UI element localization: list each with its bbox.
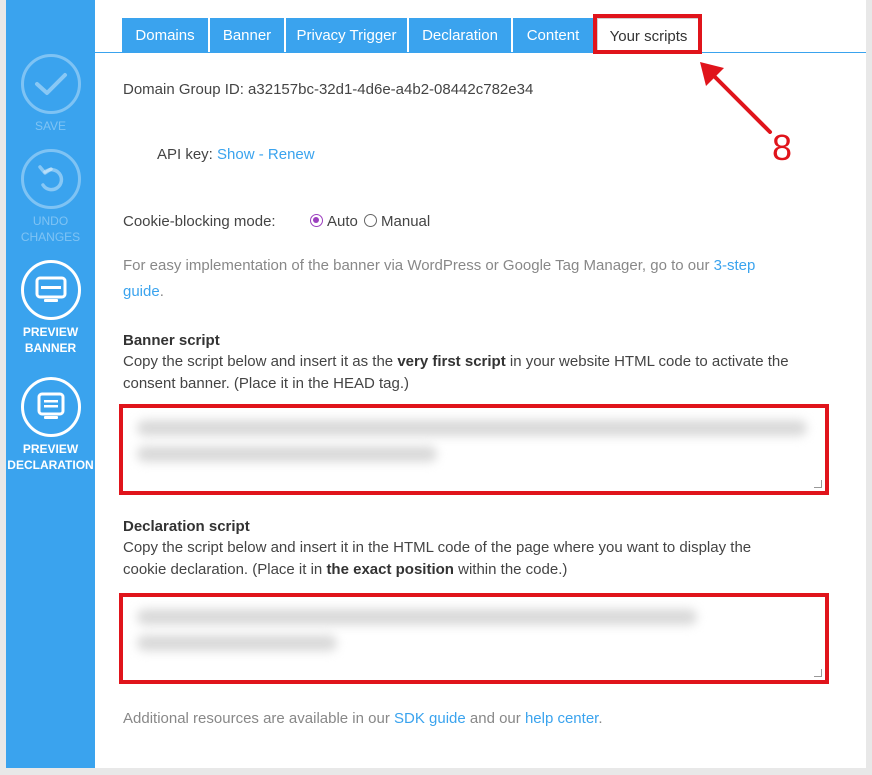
tab-declaration[interactable]: Declaration <box>409 18 511 53</box>
guide-link[interactable]: guide <box>123 283 160 300</box>
blurred-script-line <box>137 609 697 625</box>
blurred-script-line <box>137 420 807 436</box>
resources-text-2: and our <box>465 710 525 727</box>
banner-script-title: Banner script <box>123 332 220 349</box>
renew-api-key-link[interactable]: Renew <box>268 146 315 163</box>
implementation-period: . <box>159 283 164 300</box>
auto-radio[interactable] <box>310 214 323 227</box>
declaration-desc-bold: the exact position <box>326 561 454 578</box>
preview-declaration-line1: PREVIEW <box>22 442 79 456</box>
preview-declaration-line2: DECLARATION <box>7 458 94 472</box>
resize-handle-icon[interactable] <box>814 480 822 488</box>
banner-script-description: Copy the script below and insert it as t… <box>123 351 843 395</box>
preview-banner-line2: BANNER <box>24 341 77 355</box>
banner-script-textarea[interactable] <box>119 404 829 495</box>
implementation-text: For easy implementation of the banner vi… <box>123 257 714 274</box>
blurred-script-line <box>137 635 337 651</box>
save-button[interactable]: SAVE <box>6 54 95 134</box>
help-center-link[interactable]: help center <box>525 710 598 727</box>
declaration-desc-line1: Copy the script below and insert it in t… <box>123 539 752 556</box>
tab-content[interactable]: Content <box>513 18 593 53</box>
cookie-blocking-options: Auto Manual <box>310 211 430 233</box>
declaration-desc-part1: cookie declaration. (Place it in <box>123 561 327 578</box>
additional-resources: Additional resources are available in ou… <box>123 708 603 730</box>
preview-banner-button[interactable]: PREVIEW BANNER <box>6 260 95 356</box>
checkmark-icon <box>20 54 81 114</box>
declaration-script-title: Declaration script <box>123 518 250 535</box>
annotation-number: 8 <box>772 127 793 168</box>
resources-text-1: Additional resources are available in ou… <box>123 710 394 727</box>
monitor-icon <box>20 260 81 320</box>
banner-desc-part2: in your website HTML code to activate th… <box>505 353 789 370</box>
auto-label: Auto <box>327 213 358 230</box>
manual-radio[interactable] <box>364 214 378 227</box>
implementation-note: For easy implementation of the banner vi… <box>123 253 823 305</box>
domain-group-id: Domain Group ID: a32157bc-32d1-4d6e-a4b2… <box>123 81 534 98</box>
sidebar: SAVE UNDO CHANGES PREVIEW BANNER PREVIEW… <box>6 0 95 768</box>
api-key-row: API key: Show - Renew <box>157 144 315 166</box>
resize-handle-icon[interactable] <box>814 669 822 677</box>
declaration-desc-part2: within the code.) <box>453 561 568 578</box>
show-api-key-link[interactable]: Show <box>217 146 255 163</box>
api-key-separator: - <box>258 146 264 163</box>
window-border-bottom <box>0 768 872 775</box>
preview-declaration-button[interactable]: PREVIEW DECLARATION <box>6 377 95 473</box>
manual-label: Manual <box>381 213 431 230</box>
sdk-guide-link[interactable]: SDK guide <box>394 710 466 727</box>
undo-label-line2: CHANGES <box>20 230 81 244</box>
annotation-arrow-icon <box>700 62 772 134</box>
tab-banner[interactable]: Banner <box>210 18 284 53</box>
banner-desc-line2: consent banner. (Place it in the HEAD ta… <box>123 375 409 392</box>
undo-icon <box>20 149 81 209</box>
tab-privacy-trigger[interactable]: Privacy Trigger <box>286 18 407 53</box>
cookie-blocking-label: Cookie-blocking mode: <box>123 213 276 230</box>
banner-desc-bold: very first script <box>397 353 506 370</box>
api-key-label: API key: <box>157 146 213 163</box>
preview-banner-line1: PREVIEW <box>22 325 79 339</box>
resources-text-3: . <box>598 710 603 727</box>
tab-underline <box>95 52 866 53</box>
tab-domains[interactable]: Domains <box>122 18 208 53</box>
declaration-script-description: Copy the script below and insert it in t… <box>123 537 843 581</box>
save-label: SAVE <box>34 119 67 133</box>
undo-label-line1: UNDO <box>32 214 69 228</box>
banner-desc-part1: Copy the script below and insert it as t… <box>123 353 398 370</box>
three-step-link[interactable]: 3-step <box>714 257 756 274</box>
blurred-script-line <box>137 446 437 462</box>
undo-changes-button[interactable]: UNDO CHANGES <box>6 149 95 245</box>
document-icon <box>20 377 81 437</box>
active-tab-highlight <box>593 14 702 54</box>
declaration-script-textarea[interactable] <box>119 593 829 684</box>
window-border-right <box>866 0 872 775</box>
